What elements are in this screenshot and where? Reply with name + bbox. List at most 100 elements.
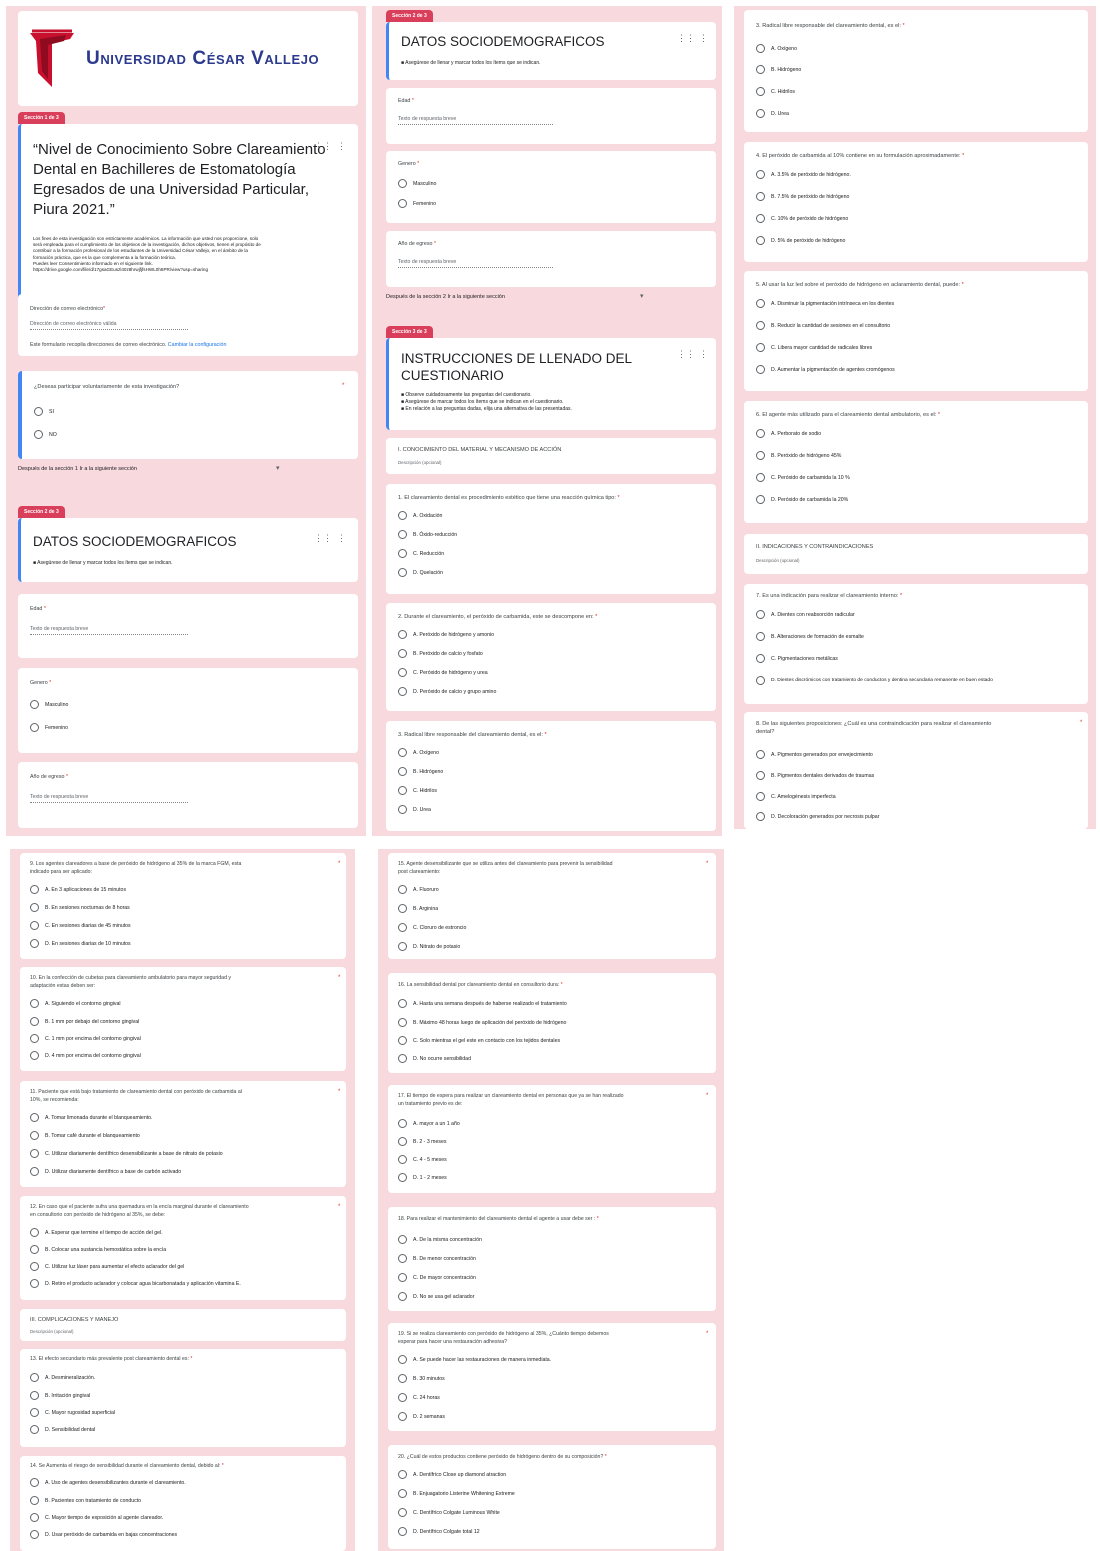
q7-option-a[interactable]: A. Dientes con reabsorción radicular: [756, 610, 855, 619]
gender-option-female[interactable]: Femenino: [30, 723, 68, 732]
q5-option-c[interactable]: C. Libera mayor cantidad de radicales li…: [756, 343, 872, 352]
q11-option-a[interactable]: A. Tomar limonada durante el blanqueamie…: [30, 1113, 152, 1122]
q3-option-c[interactable]: C. Hidrilos: [398, 786, 437, 795]
q20-option-a[interactable]: A. Dentífrico Close up diamond atraction: [398, 1470, 506, 1479]
q11-option-b[interactable]: B. Tomar café durante el blanqueamiento: [30, 1131, 140, 1140]
q3-option-d[interactable]: D. Urea: [756, 109, 789, 118]
consent-option-no[interactable]: NO: [34, 430, 57, 439]
radio-button-icon[interactable]: [398, 1374, 407, 1383]
q18-option-c[interactable]: C. De mayor concentración: [398, 1273, 476, 1282]
radio-button-icon[interactable]: [30, 939, 39, 948]
radio-button-icon[interactable]: [30, 885, 39, 894]
q14-option-a[interactable]: A. Uso de agentes desensibilizantes dura…: [30, 1478, 186, 1487]
radio-button-icon[interactable]: [398, 1355, 407, 1364]
q12-option-a[interactable]: A. Esperar que termine el tiempo de acci…: [30, 1228, 163, 1237]
q16-option-c[interactable]: C. Solo mientras el gel este en contacto…: [398, 1036, 560, 1045]
q13-option-a[interactable]: A. Desmineralización.: [30, 1373, 95, 1382]
q6-option-a[interactable]: A. Perborato de sodio: [756, 429, 821, 438]
radio-button-icon[interactable]: [398, 767, 407, 776]
radio-button-icon[interactable]: [398, 1393, 407, 1402]
q3-option-c[interactable]: C. Hidrilos: [756, 87, 795, 96]
radio-button-icon[interactable]: [30, 700, 39, 709]
radio-button-icon[interactable]: [398, 942, 407, 951]
radio-button-icon[interactable]: [398, 1489, 407, 1498]
radio-button-icon[interactable]: [30, 1408, 39, 1417]
radio-button-icon[interactable]: [398, 1470, 407, 1479]
q1-option-c[interactable]: C. Reducción: [398, 549, 444, 558]
q3-option-a[interactable]: A. Oxígeno: [756, 44, 797, 53]
radio-button-icon[interactable]: [398, 1054, 407, 1063]
q1-option-b[interactable]: B. Óxido-reducción: [398, 530, 457, 539]
q7-option-b[interactable]: B. Alteraciones de formación de esmalte: [756, 632, 864, 641]
q9-option-c[interactable]: C. En sesiones diarias de 45 minutos: [30, 921, 131, 930]
drag-handle-icon[interactable]: ⋮⋮: [677, 350, 695, 359]
drag-handle-icon[interactable]: ⋮⋮: [314, 534, 332, 543]
radio-button-icon[interactable]: [30, 1373, 39, 1382]
radio-button-icon[interactable]: [398, 1119, 407, 1128]
radio-button-icon[interactable]: [756, 812, 765, 821]
radio-button-icon[interactable]: [756, 343, 765, 352]
radio-button-icon[interactable]: [756, 792, 765, 801]
radio-button-icon[interactable]: [398, 630, 407, 639]
q5-option-d[interactable]: D. Aumentar la pigmentación de agentes c…: [756, 365, 895, 374]
radio-button-icon[interactable]: [398, 1137, 407, 1146]
radio-button-icon[interactable]: [756, 44, 765, 53]
q15-option-a[interactable]: A. Fluoruro: [398, 885, 439, 894]
q13-option-d[interactable]: D. Sensibilidad dental: [30, 1425, 95, 1434]
radio-button-icon[interactable]: [756, 236, 765, 245]
dropdown-caret-icon[interactable]: ▾: [276, 464, 280, 472]
radio-button-icon[interactable]: [34, 430, 43, 439]
radio-button-icon[interactable]: [30, 1391, 39, 1400]
radio-button-icon[interactable]: [756, 192, 765, 201]
q19-option-a[interactable]: A. Se puede hacer las restauraciones de …: [398, 1355, 551, 1364]
q4-option-a[interactable]: A. 3.5% de peróxido de hidrógeno.: [756, 170, 851, 179]
consent-option-si[interactable]: SI: [34, 407, 54, 416]
q16-option-a[interactable]: A. Hasta una semana después de haberse r…: [398, 999, 567, 1008]
radio-button-icon[interactable]: [30, 999, 39, 1008]
more-vert-icon[interactable]: ⋮: [699, 350, 708, 359]
radio-button-icon[interactable]: [34, 407, 43, 416]
radio-button-icon[interactable]: [398, 1292, 407, 1301]
q19-option-b[interactable]: B. 30 minutos: [398, 1374, 445, 1383]
radio-button-icon[interactable]: [30, 1228, 39, 1237]
q18-option-b[interactable]: B. De menor concentración: [398, 1254, 476, 1263]
q9-option-b[interactable]: B. En sesiones nocturnas de 8 horas: [30, 903, 130, 912]
q20-option-b[interactable]: B. Enjuagatorio Listerine Whitening Extr…: [398, 1489, 515, 1498]
radio-button-icon[interactable]: [398, 549, 407, 558]
q10-option-c[interactable]: C. 1 mm por encima del contorno gingival: [30, 1034, 141, 1043]
radio-button-icon[interactable]: [756, 676, 765, 685]
q2-option-d[interactable]: D. Peróxido de calcio y grupo amino: [398, 687, 496, 696]
q17-option-d[interactable]: D. 1 - 2 meses: [398, 1173, 447, 1182]
q1-option-d[interactable]: D. Quelación: [398, 568, 443, 577]
radio-button-icon[interactable]: [756, 87, 765, 96]
radio-button-icon[interactable]: [756, 654, 765, 663]
q14-option-d[interactable]: D. Usar peróxido de carbamida en bajas c…: [30, 1530, 177, 1539]
q5-option-b[interactable]: B. Reducir la cantidad de sesiones en el…: [756, 321, 890, 330]
q2-option-c[interactable]: C. Peróxido de hidrógeno y urea: [398, 668, 488, 677]
radio-button-icon[interactable]: [30, 1167, 39, 1176]
q6-option-d[interactable]: D. Peróxido de carbamida la 20%: [756, 495, 848, 504]
radio-button-icon[interactable]: [756, 109, 765, 118]
q7-option-d[interactable]: D. Dientes discrómicos con tratamiento d…: [756, 676, 993, 685]
dropdown-caret-icon[interactable]: ▾: [640, 292, 644, 300]
q3-option-b[interactable]: B. Hidrógeno: [756, 65, 801, 74]
radio-button-icon[interactable]: [398, 687, 407, 696]
radio-button-icon[interactable]: [398, 1036, 407, 1045]
radio-button-icon[interactable]: [756, 473, 765, 482]
q15-option-c[interactable]: C. Cloruro de estroncio: [398, 923, 466, 932]
consent-link[interactable]: https://drive.google.com/file/d/17gsaGEu…: [33, 267, 353, 273]
q12-option-c[interactable]: C. Utilizar luz láser para aumentar el e…: [30, 1262, 184, 1271]
more-vert-icon[interactable]: ⋮: [337, 142, 346, 151]
radio-button-icon[interactable]: [30, 1478, 39, 1487]
q15-option-b[interactable]: B. Arginina: [398, 904, 438, 913]
graduation-year-input[interactable]: Texto de respuesta breve: [30, 794, 188, 803]
q18-option-d[interactable]: D. No se usa gel aclarador: [398, 1292, 474, 1301]
radio-button-icon[interactable]: [398, 748, 407, 757]
radio-button-icon[interactable]: [398, 923, 407, 932]
more-vert-icon[interactable]: ⋮: [337, 534, 346, 543]
q15-option-d[interactable]: D. Nitrato de potasio: [398, 942, 460, 951]
q3-option-b[interactable]: B. Hidrógeno: [398, 767, 443, 776]
q7-option-c[interactable]: C. Pigmentaciones metálicas: [756, 654, 838, 663]
radio-button-icon[interactable]: [398, 1273, 407, 1282]
after-section-1-dropdown[interactable]: Después de la sección 1 Ir a la siguient…: [18, 466, 137, 472]
